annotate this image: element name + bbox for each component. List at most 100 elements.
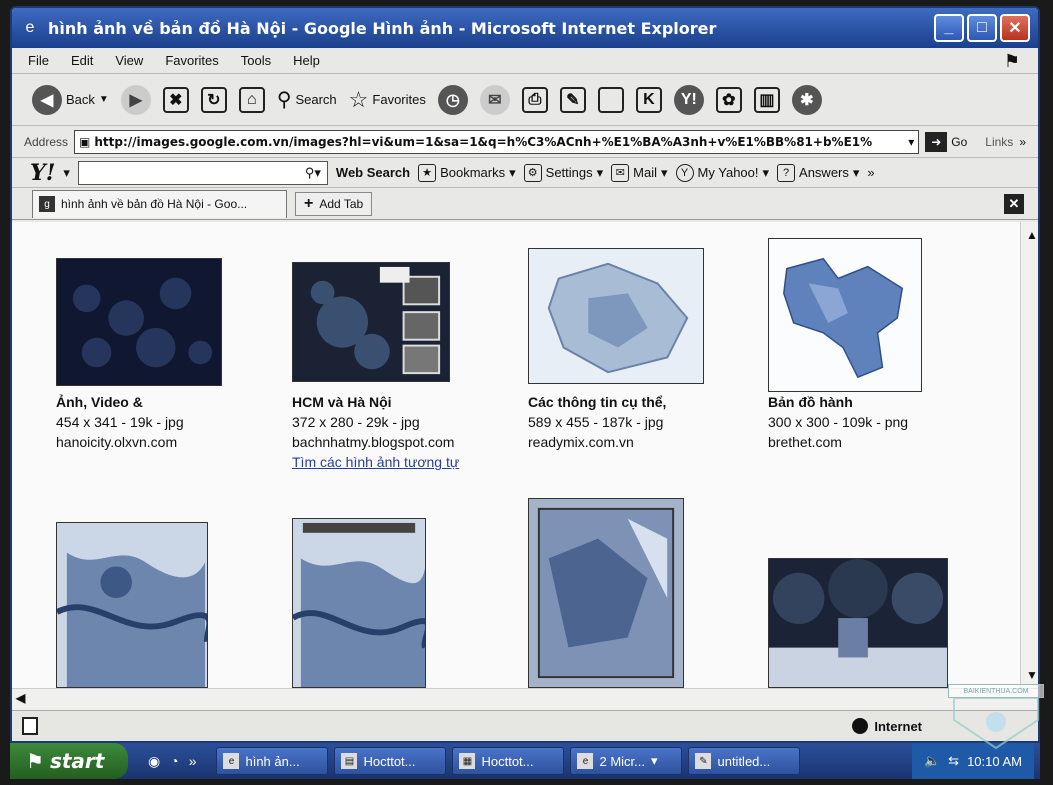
- result-thumbnail[interactable]: [768, 238, 922, 392]
- result-thumbnail[interactable]: [56, 258, 222, 386]
- result-caption: Ảnh, Video & 454 x 341 - 19k - jpg hanoi…: [56, 392, 184, 452]
- result-thumbnail[interactable]: [768, 558, 948, 688]
- home-icon[interactable]: ⌂: [238, 86, 265, 113]
- my-yahoo-button[interactable]: Y My Yahoo! ▾: [675, 163, 769, 182]
- taskbar-item[interactable]: ▤ Hocttot...: [334, 747, 447, 775]
- title-bar[interactable]: e hình ảnh về bản đồ Hà Nội - Google Hìn…: [12, 8, 1038, 48]
- go-arrow-icon: ➜: [925, 131, 948, 152]
- result-site: readymix.com.vn: [528, 434, 634, 450]
- clock[interactable]: 10:10 AM: [967, 754, 1022, 769]
- search-button[interactable]: ⚲ Search: [277, 87, 337, 112]
- mail-icon[interactable]: ✉: [479, 84, 510, 115]
- web-search-label: Web Search: [335, 165, 411, 180]
- taskbar-item[interactable]: e 2 Micr... ▾: [570, 747, 683, 775]
- result-thumbnail[interactable]: [292, 518, 426, 688]
- menu-view[interactable]: View: [115, 53, 143, 68]
- edit-icon[interactable]: ✎: [559, 86, 586, 113]
- menu-tools[interactable]: Tools: [241, 53, 271, 68]
- mail-label: Mail: [633, 165, 658, 180]
- add-tab-button[interactable]: + Add Tab: [295, 191, 373, 216]
- taskbar-item[interactable]: ✎ untitled...: [688, 747, 801, 775]
- result-meta: 454 x 341 - 19k - jpg: [56, 414, 184, 430]
- yahoo-dropdown-icon[interactable]: ▾: [63, 165, 70, 181]
- messenger-icon[interactable]: ✿: [715, 86, 742, 113]
- menu-file[interactable]: File: [28, 53, 49, 68]
- media-quicklaunch-icon[interactable]: ◔: [170, 753, 178, 770]
- yahoo-toolbar: Y! ▾ ⚲▾ Web Search ★ Bookmarks ▾ ⚙ Setti…: [12, 158, 1038, 188]
- page-done-icon: [22, 717, 38, 735]
- horizontal-scrollbar[interactable]: ◀: [12, 688, 1038, 710]
- close-tab-icon[interactable]: ✕: [1004, 194, 1024, 214]
- chevron-right-icon[interactable]: »: [1019, 135, 1026, 149]
- bookmarks-icon: ★: [418, 163, 437, 182]
- google-favicon-icon: g: [39, 196, 55, 212]
- minimize-button[interactable]: _: [934, 14, 964, 42]
- vertical-scrollbar[interactable]: ▲ ▼: [1020, 222, 1038, 688]
- result-thumbnail[interactable]: [292, 262, 450, 382]
- research-icon[interactable]: ▥: [753, 86, 780, 113]
- speaker-icon[interactable]: 🔈: [924, 753, 940, 769]
- stop-icon[interactable]: ✖: [162, 86, 189, 113]
- my-yahoo-icon: Y: [675, 163, 694, 182]
- result-thumbnail[interactable]: [528, 498, 684, 688]
- settings-label: Settings: [545, 165, 593, 180]
- address-dropdown-icon[interactable]: ▾: [908, 135, 914, 149]
- start-label: start: [49, 749, 105, 773]
- taskbar-item[interactable]: e hình ản...: [216, 747, 329, 775]
- close-button[interactable]: ✕: [1000, 14, 1030, 42]
- add-tab-label: Add Tab: [319, 196, 364, 211]
- menu-favorites[interactable]: Favorites: [165, 53, 218, 68]
- back-button[interactable]: ◀ Back ▼: [32, 84, 109, 115]
- dropdown-arrow-icon[interactable]: ▼: [99, 94, 109, 105]
- k-icon[interactable]: K: [635, 86, 662, 113]
- result-title[interactable]: Ảnh, Video &: [56, 392, 184, 412]
- go-button[interactable]: ➜ Go: [925, 131, 967, 152]
- globe-icon: [852, 718, 869, 734]
- taskbar-item[interactable]: ▦ Hocttot...: [452, 747, 565, 775]
- yahoo-search-input[interactable]: ⚲▾: [77, 160, 328, 185]
- yahoo-icon[interactable]: Y!: [673, 84, 704, 115]
- windows-flag-icon: ⚑: [26, 749, 44, 773]
- discuss-icon[interactable]: [597, 86, 624, 113]
- address-input[interactable]: ▣ http://images.google.com.vn/images?hl=…: [74, 129, 920, 154]
- chevron-right-icon[interactable]: »: [189, 753, 197, 770]
- links-button[interactable]: Links: [985, 135, 1013, 149]
- chevron-right-icon[interactable]: »: [867, 165, 874, 180]
- bookmarks-button[interactable]: ★ Bookmarks ▾: [418, 163, 516, 182]
- security-zone[interactable]: Internet: [852, 718, 922, 734]
- start-button[interactable]: ⚑ start: [10, 743, 128, 779]
- task-label: Hocttot...: [363, 753, 416, 769]
- result-title[interactable]: Bản đồ hành: [768, 392, 908, 412]
- settings-button[interactable]: ⚙ Settings ▾: [523, 163, 603, 182]
- yahoo-logo-icon[interactable]: Y!: [30, 160, 55, 186]
- network-icon[interactable]: ⇆: [948, 753, 959, 769]
- maximize-button[interactable]: □: [967, 14, 997, 42]
- ie-icon: e: [223, 753, 240, 769]
- web-search-button[interactable]: Web Search: [336, 165, 410, 180]
- forward-button[interactable]: ▶: [120, 84, 151, 115]
- result-thumbnail[interactable]: [528, 248, 704, 384]
- menu-edit[interactable]: Edit: [71, 53, 93, 68]
- scroll-down-icon[interactable]: ▼: [1021, 664, 1038, 686]
- refresh-icon[interactable]: ↻: [200, 86, 227, 113]
- scroll-up-icon[interactable]: ▲: [1021, 224, 1038, 246]
- result-title[interactable]: Các thông tin cụ thể,: [528, 392, 666, 412]
- browser-quicklaunch-icon[interactable]: ◉: [148, 753, 160, 770]
- favorites-button[interactable]: ☆ Favorites: [349, 87, 426, 113]
- scroll-left-icon[interactable]: ◀: [16, 691, 25, 705]
- msn-icon[interactable]: ✱: [791, 84, 822, 115]
- menu-help[interactable]: Help: [293, 53, 320, 68]
- result-title[interactable]: HCM và Hà Nội: [292, 392, 459, 412]
- result-thumbnail[interactable]: [56, 522, 208, 688]
- back-label: Back: [66, 92, 95, 107]
- answers-button[interactable]: ? Answers ▾: [777, 163, 859, 182]
- document-icon: ▦: [459, 753, 476, 769]
- tab-active[interactable]: g hình ảnh về bản đồ Hà Nội - Goo...: [32, 189, 287, 218]
- task-label: untitled...: [717, 753, 771, 769]
- plus-icon: +: [304, 194, 314, 212]
- result-site: brethet.com: [768, 434, 842, 450]
- mail-button[interactable]: ✉ Mail ▾: [611, 163, 668, 182]
- similar-images-link[interactable]: Tìm các hình ảnh tương tự: [292, 452, 459, 472]
- history-icon[interactable]: ◷: [437, 84, 468, 115]
- print-icon[interactable]: ⎙: [521, 86, 548, 113]
